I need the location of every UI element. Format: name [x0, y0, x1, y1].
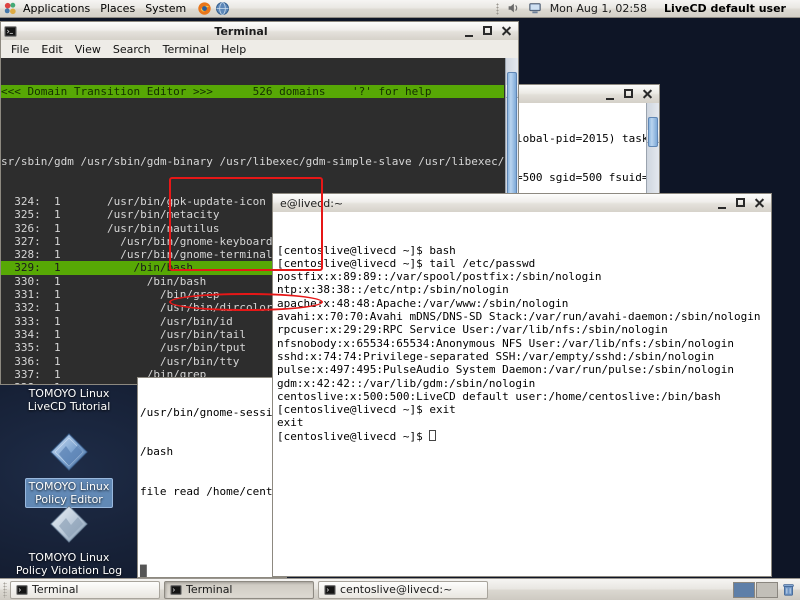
menu-help[interactable]: Help: [215, 42, 252, 57]
window-shell-titlebar[interactable]: e@livecd:~: [272, 193, 772, 212]
firefox-icon[interactable]: [197, 1, 212, 16]
audit-line: =500 sgid=500 fsuid=5: [516, 171, 656, 185]
window-policy-violation[interactable]: /usr/bin/gnome-session /bash file read /…: [137, 377, 287, 578]
shell-line: postfix:x:89:89::/var/spool/postfix:/sbi…: [277, 270, 602, 284]
desktop-icon-label: TOMOYO Linux Policy Violation Log: [13, 550, 125, 578]
shell-line: centoslive:x:500:500:LiveCD default user…: [277, 389, 721, 403]
minimize-icon[interactable]: [465, 26, 476, 37]
taskbar-button-label: centoslive@livecd:~: [340, 583, 453, 596]
desktop-icon-tomoyo-livecd-tutorial[interactable]: TOMOYO Linux LiveCD Tutorial: [6, 386, 132, 414]
shell-line: apache:x:48:48:Apache:/var/www:/sbin/nol…: [277, 296, 569, 310]
menu-terminal[interactable]: Terminal: [157, 42, 216, 57]
desktop-icon-label-line1: TOMOYO Linux: [28, 480, 110, 493]
tomoyo-diamond-icon: [45, 500, 93, 548]
shell-line: exit: [277, 416, 304, 430]
menu-search[interactable]: Search: [107, 42, 157, 57]
menu-view[interactable]: View: [69, 42, 107, 57]
window-shell-body[interactable]: [centoslive@livecd ~]$ bash [centoslive@l…: [272, 212, 772, 577]
policy-line: /bash: [140, 445, 174, 459]
shell-line: pulse:x:497:495:PulseAudio System Daemon…: [277, 363, 734, 377]
maximize-icon[interactable]: [624, 88, 635, 100]
shell-output: [centoslive@livecd ~]$ bash [centoslive@l…: [277, 244, 771, 443]
menu-places[interactable]: Places: [95, 1, 140, 16]
editor-header-line: <<< Domain Transition Editor >>> 526 dom…: [1, 84, 504, 98]
shell-cursor: [429, 429, 437, 441]
desktop-icon-label-line1: TOMOYO Linux: [28, 551, 110, 564]
menu-edit[interactable]: Edit: [35, 42, 68, 57]
window-main-titlebar[interactable]: Terminal: [0, 21, 519, 40]
maximize-icon[interactable]: [736, 197, 747, 209]
desktop-icon-label-line1: TOMOYO Linux: [28, 387, 110, 400]
menu-applications[interactable]: Applications: [18, 1, 95, 16]
trash-icon[interactable]: [782, 582, 795, 597]
display-icon[interactable]: [528, 1, 543, 16]
scroll-thumb[interactable]: [648, 117, 658, 147]
policy-cursor: █: [140, 564, 147, 578]
window-main-menubar: File Edit View Search Terminal Help: [0, 40, 519, 58]
domain-path-line: sr/sbin/gdm /usr/sbin/gdm-binary /usr/li…: [1, 155, 504, 169]
shell-line: [centoslive@livecd ~]$: [277, 429, 771, 443]
minimize-icon[interactable]: [718, 198, 729, 209]
audit-line: lobal-pid=2015) task=: [516, 131, 656, 145]
window-audit-titlebar[interactable]: [513, 84, 660, 103]
policy-line: file read /home/centos: [140, 485, 286, 499]
window-main-title: Terminal: [214, 24, 268, 38]
window-policy-body[interactable]: /usr/bin/gnome-session /bash file read /…: [137, 377, 287, 578]
workspace-switcher[interactable]: [733, 581, 782, 598]
shell-line: [centoslive@livecd ~]$ tail /etc/passwd: [277, 256, 536, 270]
window-shell[interactable]: e@livecd:~ [centoslive@livecd ~]$ bash [c…: [272, 193, 772, 577]
top-panel: Applications Places System Mon Aug 1, 02…: [0, 0, 800, 18]
window-main-controls: [465, 25, 515, 37]
desktop-icon-label-line2: LiveCD Tutorial: [27, 400, 111, 413]
maximize-icon[interactable]: [483, 25, 494, 37]
help-browser-icon[interactable]: [215, 1, 230, 16]
taskbar-button-label: Terminal: [186, 583, 233, 596]
shell-line: [centoslive@livecd ~]$ bash: [277, 243, 456, 257]
panel-menu-group: Applications Places System: [0, 1, 191, 16]
system-tray: Mon Aug 1, 02:58 LiveCD default user: [495, 1, 800, 16]
window-audit-controls: [606, 88, 656, 100]
menu-file[interactable]: File: [5, 42, 35, 57]
close-icon[interactable]: [642, 88, 653, 100]
desktop-icon-label-line2: Policy Violation Log: [15, 564, 123, 577]
shell-line: nfsnobody:x:65534:65534:Anonymous NFS Us…: [277, 336, 734, 350]
policy-line: /usr/bin/gnome-session: [140, 405, 286, 419]
terminal-icon: [4, 25, 17, 38]
panel-clock[interactable]: Mon Aug 1, 02:58: [550, 2, 657, 15]
panel-username[interactable]: LiveCD default user: [664, 2, 792, 15]
taskbar-button-terminal-1[interactable]: Terminal: [10, 580, 160, 599]
volume-icon[interactable]: [506, 1, 521, 16]
close-icon[interactable]: [754, 197, 765, 209]
terminal-icon: [16, 584, 28, 596]
desktop-icon-tomoyo-policy-editor[interactable]: TOMOYO Linux Policy Editor: [6, 428, 132, 508]
window-shell-title: e@livecd:~: [280, 196, 344, 210]
terminal-icon: [324, 584, 336, 596]
shell-line: gdm:x:42:42::/var/lib/gdm:/sbin/nologin: [277, 376, 536, 390]
tomoyo-diamond-icon: [45, 428, 93, 476]
workspace-2[interactable]: [756, 581, 778, 598]
gnome-foot-icon: [3, 1, 18, 16]
shell-line: [centoslive@livecd ~]$ exit: [277, 403, 456, 417]
terminal-icon: [170, 584, 182, 596]
taskbar: Terminal Terminal centoslive@livecd:~: [0, 578, 800, 600]
desktop-icon-tomoyo-policy-violation-log[interactable]: TOMOYO Linux Policy Violation Log: [6, 500, 132, 578]
taskbar-button-label: Terminal: [32, 583, 79, 596]
shell-line: ntp:x:38:38::/etc/ntp:/sbin/nologin: [277, 283, 509, 297]
panel-launchers: [191, 1, 230, 16]
shell-line: sshd:x:74:74:Privilege-separated SSH:/va…: [277, 349, 715, 363]
taskbar-button-shell[interactable]: centoslive@livecd:~: [318, 580, 488, 599]
minimize-icon[interactable]: [606, 89, 617, 100]
window-shell-controls: [718, 197, 768, 209]
tray-handle: [495, 2, 499, 15]
shell-line: avahi:x:70:70:Avahi mDNS/DNS-SD Stack:/v…: [277, 310, 761, 324]
shell-line: rpcuser:x:29:29:RPC Service User:/var/li…: [277, 323, 668, 337]
workspace-1[interactable]: [733, 581, 755, 598]
desktop-icon-label: TOMOYO Linux LiveCD Tutorial: [25, 386, 114, 414]
taskbar-button-terminal-2[interactable]: Terminal: [164, 580, 314, 599]
close-icon[interactable]: [501, 25, 512, 37]
taskbar-handle[interactable]: [3, 581, 7, 598]
menu-system[interactable]: System: [140, 1, 191, 16]
